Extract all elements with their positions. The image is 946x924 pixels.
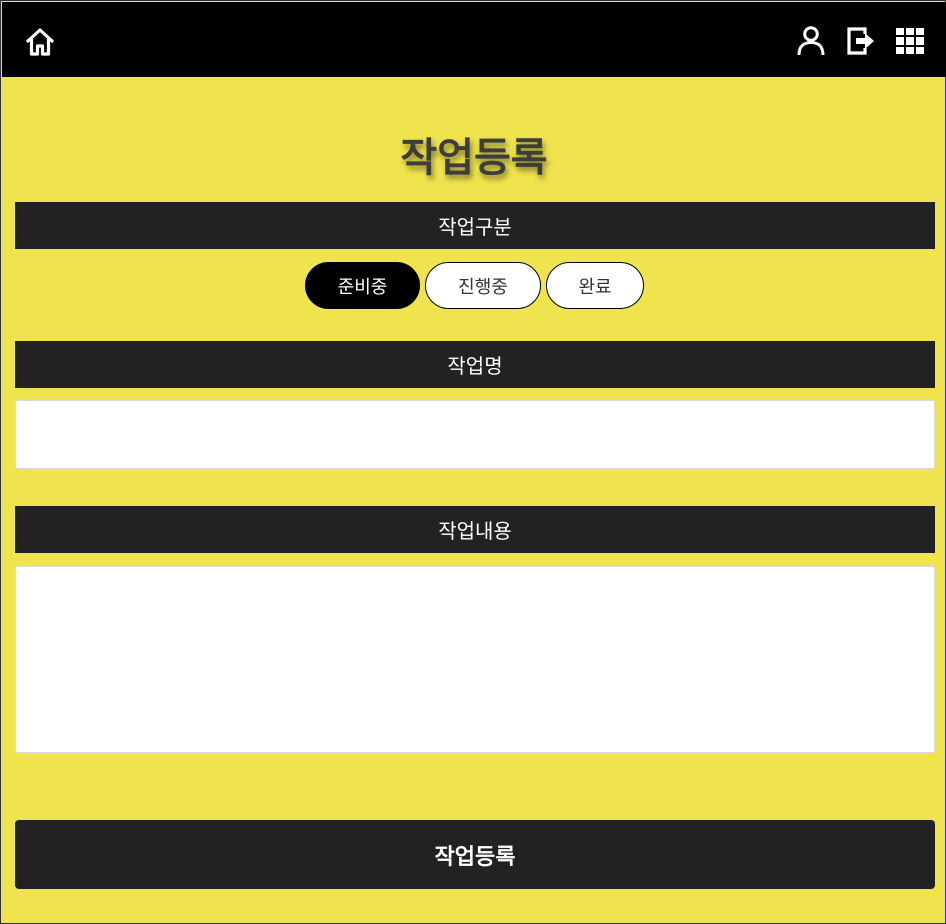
status-option-complete[interactable]: 완료	[546, 262, 644, 309]
user-icon[interactable]	[795, 25, 827, 57]
grid-menu-icon[interactable]	[896, 28, 924, 54]
submit-button[interactable]: 작업등록	[15, 820, 935, 889]
logout-icon[interactable]	[845, 25, 877, 57]
work-content-textarea[interactable]	[15, 566, 935, 753]
page-title: 작업등록	[400, 135, 548, 181]
top-navigation-bar	[2, 2, 946, 77]
status-option-preparing[interactable]: 준비중	[305, 262, 420, 309]
work-name-input[interactable]	[15, 400, 935, 469]
work-type-selector: 준비중 진행중 완료	[1, 262, 946, 309]
work-name-header: 작업명	[15, 341, 935, 388]
work-type-header: 작업구분	[15, 202, 935, 249]
work-content-header: 작업내용	[15, 506, 935, 553]
status-option-in-progress[interactable]: 진행중	[425, 262, 541, 309]
home-icon[interactable]	[24, 26, 56, 58]
app-frame: 작업등록 작업구분 준비중 진행중 완료 작업명 작업내용 작업등록	[0, 0, 946, 924]
